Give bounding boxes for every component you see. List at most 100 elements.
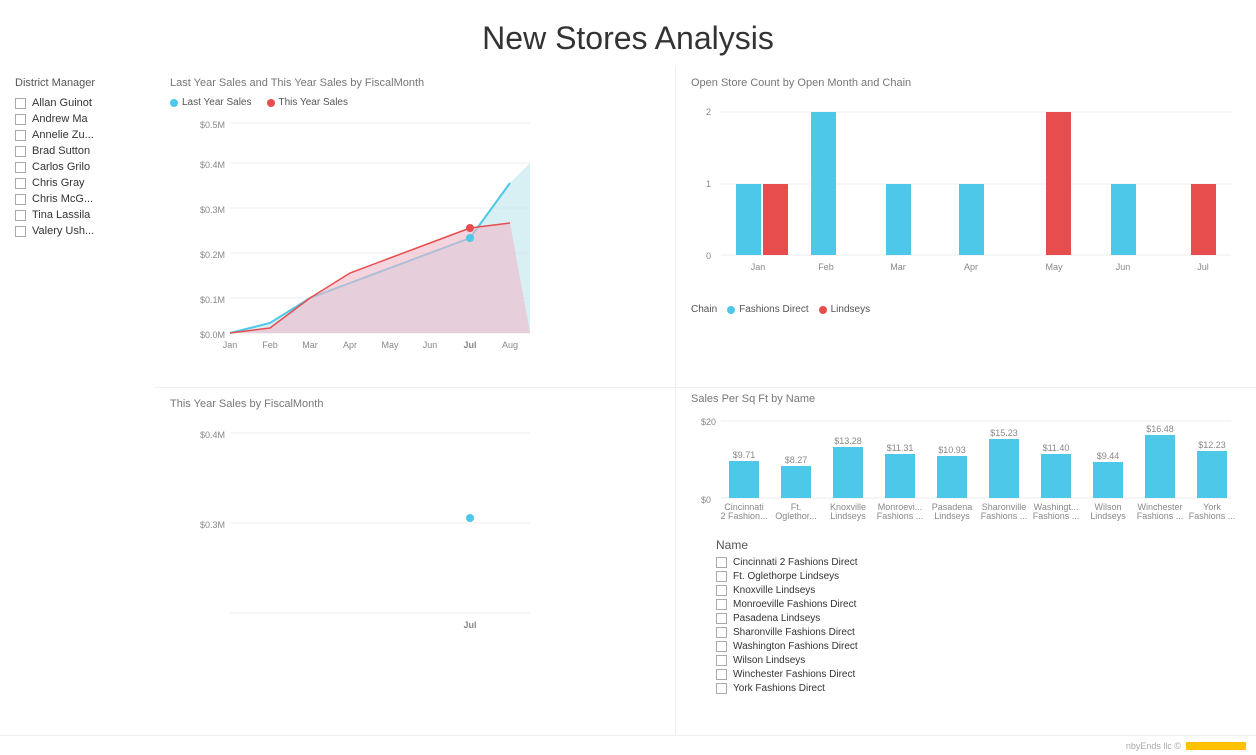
svg-text:May: May: [1045, 262, 1063, 272]
name-legend-checkbox[interactable]: [716, 683, 727, 694]
sqft-chart-title: Sales Per Sq Ft by Name: [691, 393, 1241, 405]
open-store-chart-title: Open Store Count by Open Month and Chain: [691, 77, 1241, 89]
footer: nbyEnds llc ©: [0, 735, 1256, 755]
svg-text:$9.71: $9.71: [733, 450, 756, 460]
svg-text:Fashions ...: Fashions ...: [877, 511, 924, 521]
name-legend-checkbox[interactable]: [716, 613, 727, 624]
footer-text: nbyEnds llc ©: [1126, 741, 1181, 751]
sidebar-checkbox[interactable]: [15, 178, 26, 189]
sidebar-item-label: Tina Lassila: [32, 209, 90, 221]
sidebar-item[interactable]: Tina Lassila: [15, 209, 140, 221]
sidebar-item[interactable]: Allan Guinot: [15, 97, 140, 109]
name-legend-checkbox[interactable]: [716, 557, 727, 568]
name-legend-checkbox[interactable]: [716, 669, 727, 680]
lindseys-legend: Lindseys: [819, 304, 870, 315]
sidebar-checkbox[interactable]: [15, 226, 26, 237]
svg-text:Lindseys: Lindseys: [830, 511, 866, 521]
sidebar-item[interactable]: Valery Ush...: [15, 225, 140, 237]
name-legend-label: Cincinnati 2 Fashions Direct: [733, 557, 858, 568]
svg-text:Feb: Feb: [262, 340, 278, 350]
svg-text:Fashions ...: Fashions ...: [1033, 511, 1080, 521]
line-chart-title: Last Year Sales and This Year Sales by F…: [170, 77, 660, 89]
sidebar-checkbox[interactable]: [15, 130, 26, 141]
name-legend-label: Washington Fashions Direct: [733, 641, 858, 652]
name-legend-label: Monroeville Fashions Direct: [733, 599, 856, 610]
sidebar-item-label: Carlos Grilo: [32, 161, 90, 173]
svg-text:May: May: [381, 340, 399, 350]
line-chart-container: Last Year Sales and This Year Sales by F…: [155, 67, 676, 387]
sidebar-title: District Manager: [15, 77, 140, 89]
sidebar-item[interactable]: Chris Gray: [15, 177, 140, 189]
name-legend-item[interactable]: Monroeville Fashions Direct: [716, 599, 1241, 610]
bottom-line-chart-svg: $0.4M $0.3M Jul: [170, 418, 540, 638]
name-legend-item[interactable]: Winchester Fashions Direct: [716, 669, 1241, 680]
footer-bar: [1186, 742, 1246, 750]
svg-text:$0: $0: [701, 495, 711, 505]
name-legend-item[interactable]: Washington Fashions Direct: [716, 641, 1241, 652]
name-legend-label: Ft. Oglethorpe Lindseys: [733, 571, 839, 582]
sidebar-item[interactable]: Chris McG...: [15, 193, 140, 205]
svg-text:$0.2M: $0.2M: [200, 250, 225, 260]
name-legend-item[interactable]: Sharonville Fashions Direct: [716, 627, 1241, 638]
name-legend-label: York Fashions Direct: [733, 683, 825, 694]
sidebar-checkbox[interactable]: [15, 210, 26, 221]
svg-text:$0.3M: $0.3M: [200, 205, 225, 215]
district-manager-sidebar: District Manager Allan Guinot Andrew Ma An…: [0, 67, 155, 735]
name-legend-label: Knoxville Lindseys: [733, 585, 815, 596]
svg-text:Lindseys: Lindseys: [1090, 511, 1126, 521]
sidebar-checkbox[interactable]: [15, 114, 26, 125]
svg-text:$20: $20: [701, 417, 716, 427]
bottom-chart-jul-dot: [466, 514, 474, 522]
legend-this-year: This Year Sales: [267, 97, 349, 108]
svg-text:Fashions ...: Fashions ...: [1189, 511, 1236, 521]
name-legend-checkbox[interactable]: [716, 641, 727, 652]
svg-text:Jan: Jan: [751, 262, 766, 272]
name-legend-item[interactable]: Knoxville Lindseys: [716, 585, 1241, 596]
sidebar-checkbox[interactable]: [15, 146, 26, 157]
name-legend-checkbox[interactable]: [716, 627, 727, 638]
svg-text:2 Fashion...: 2 Fashion...: [720, 511, 767, 521]
svg-text:Jan: Jan: [223, 340, 238, 350]
sidebar-item[interactable]: Carlos Grilo: [15, 161, 140, 173]
bottom-right-container: Sales Per Sq Ft by Name $20 $0 $9.71: [676, 388, 1256, 735]
name-legend-checkbox[interactable]: [716, 585, 727, 596]
bottom-line-chart-container: This Year Sales by FiscalMonth $0.4M $0.…: [155, 388, 676, 735]
svg-text:Feb: Feb: [818, 262, 834, 272]
svg-text:$0.4M: $0.4M: [200, 160, 225, 170]
svg-text:Fashions ...: Fashions ...: [1137, 511, 1184, 521]
sidebar-item[interactable]: Brad Sutton: [15, 145, 140, 157]
sidebar-item-label: Allan Guinot: [32, 97, 92, 109]
svg-text:Mar: Mar: [302, 340, 318, 350]
svg-text:$0.0M: $0.0M: [200, 330, 225, 340]
svg-text:Jun: Jun: [423, 340, 438, 350]
svg-text:$0.3M: $0.3M: [200, 520, 225, 530]
fashions-direct-dot: [727, 306, 735, 314]
svg-text:$15.23: $15.23: [990, 428, 1018, 438]
open-store-chart-svg: 2 1 0: [691, 97, 1241, 297]
svg-text:1: 1: [706, 179, 711, 189]
name-legend-checkbox[interactable]: [716, 571, 727, 582]
name-legend-item[interactable]: Wilson Lindseys: [716, 655, 1241, 666]
name-legend-item[interactable]: Pasadena Lindseys: [716, 613, 1241, 624]
sidebar-item[interactable]: Annelie Zu...: [15, 129, 140, 141]
sidebar-checkbox[interactable]: [15, 98, 26, 109]
svg-text:0: 0: [706, 251, 711, 261]
this-year-label: This Year Sales: [279, 97, 349, 108]
name-legend: Name Cincinnati 2 Fashions DirectFt. Ogl…: [676, 533, 1256, 702]
svg-text:Lindseys: Lindseys: [934, 511, 970, 521]
name-legend-item[interactable]: York Fashions Direct: [716, 683, 1241, 694]
svg-text:Jul: Jul: [463, 620, 476, 630]
name-legend-item[interactable]: Ft. Oglethorpe Lindseys: [716, 571, 1241, 582]
name-legend-label: Sharonville Fashions Direct: [733, 627, 855, 638]
name-legend-item[interactable]: Cincinnati 2 Fashions Direct: [716, 557, 1241, 568]
this-year-dot: [267, 99, 275, 107]
svg-text:Apr: Apr: [964, 262, 978, 272]
sidebar-item[interactable]: Andrew Ma: [15, 113, 140, 125]
line-chart-svg: $0.5M $0.4M $0.3M $0.2M $0.1M $0.0M: [170, 113, 540, 353]
name-legend-checkbox[interactable]: [716, 599, 727, 610]
svg-text:$11.31: $11.31: [887, 443, 914, 453]
name-legend-checkbox[interactable]: [716, 655, 727, 666]
sidebar-checkbox[interactable]: [15, 194, 26, 205]
svg-text:$0.1M: $0.1M: [200, 295, 225, 305]
sidebar-checkbox[interactable]: [15, 162, 26, 173]
